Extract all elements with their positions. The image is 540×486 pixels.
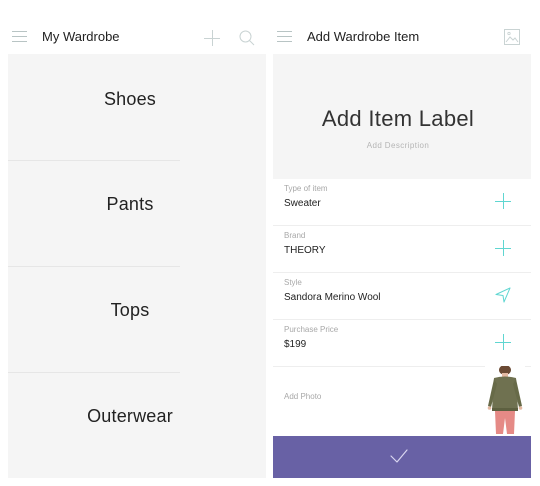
image-icon[interactable] [504, 29, 520, 45]
item-description-input[interactable]: Add Description [273, 141, 523, 150]
location-arrow-icon[interactable] [495, 287, 511, 303]
submit-button[interactable] [273, 436, 531, 478]
field-value[interactable]: Sweater [284, 198, 321, 209]
category-label: Pants [106, 194, 154, 214]
category-label: Outerwear [87, 406, 173, 426]
plus-icon[interactable] [495, 193, 511, 209]
hamburger-menu-icon[interactable] [277, 31, 292, 43]
category-item-outerwear[interactable]: Outerwear [8, 372, 266, 478]
field-value[interactable]: THEORY [284, 245, 326, 256]
add-item-screen: Add Wardrobe Item Add Item Label Add Des… [273, 18, 531, 478]
category-item-tops[interactable]: Tops [8, 266, 266, 372]
page-title: My Wardrobe [42, 29, 120, 44]
field-purchase-price[interactable]: Purchase Price $199 [273, 320, 531, 367]
field-value[interactable]: $199 [284, 339, 306, 350]
add-photo-row[interactable]: Add Photo [273, 366, 531, 436]
category-item-pants[interactable]: Pants [8, 160, 266, 266]
field-label: Purchase Price [284, 325, 339, 334]
item-label-input[interactable]: Add Item Label [273, 106, 523, 132]
plus-icon[interactable] [495, 334, 511, 350]
category-list: Shoes Pants Tops Outerwear [8, 54, 266, 478]
field-label: Style [284, 278, 302, 287]
field-label: Brand [284, 231, 306, 240]
checkmark-icon [390, 449, 408, 463]
wardrobe-screen: My Wardrobe Shoes Pants Tops Outerwear [8, 18, 266, 478]
item-label-area[interactable]: Add Item Label Add Description [273, 54, 531, 179]
category-label: Shoes [103, 89, 157, 109]
category-label: Tops [110, 300, 150, 320]
add-item-icon[interactable] [204, 30, 220, 46]
field-label: Type of item [284, 184, 328, 193]
search-icon[interactable] [239, 30, 255, 46]
category-item-shoes[interactable]: Shoes [8, 54, 266, 160]
page-title: Add Wardrobe Item [307, 29, 420, 44]
add-photo-label: Add Photo [284, 392, 322, 401]
sweater-photo[interactable] [485, 366, 525, 434]
hamburger-menu-icon[interactable] [12, 31, 27, 43]
plus-icon[interactable] [495, 240, 511, 256]
field-type-of-item[interactable]: Type of item Sweater [273, 179, 531, 226]
field-value[interactable]: Sandora Merino Wool [284, 292, 381, 303]
field-brand[interactable]: Brand THEORY [273, 226, 531, 273]
field-style[interactable]: Style Sandora Merino Wool [273, 273, 531, 320]
wardrobe-header: My Wardrobe [8, 18, 266, 54]
